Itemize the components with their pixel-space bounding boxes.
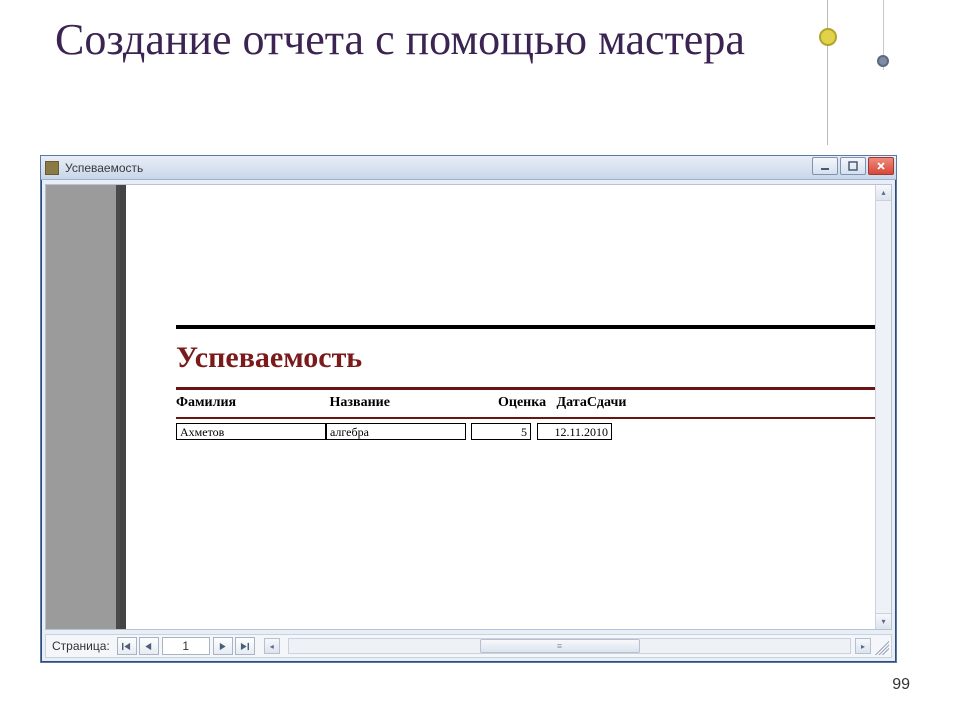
page-number-input[interactable]: 1 [162,637,210,655]
hscroll-left-icon[interactable]: ◂ [264,638,280,654]
cell-grade: 5 [471,423,531,440]
maximize-button[interactable] [840,157,866,175]
report-window: Успеваемость Успеваемость [40,155,897,663]
rule-under-title [176,387,875,390]
report-title: Успеваемость [176,341,362,375]
window-body: Успеваемость Фамилия Название Оценка Дат… [45,184,892,630]
window-title: Успеваемость [65,161,143,175]
minimize-button[interactable] [812,157,838,175]
hscroll-thumb[interactable]: ≡ [480,639,640,653]
scroll-down-icon[interactable]: ▾ [876,613,891,629]
slide-title: Создание отчета с помощью мастера [55,16,745,64]
cell-surname: Ахметов [176,423,326,440]
rule-top [176,325,875,329]
vertical-scrollbar[interactable]: ▴ ▾ [875,185,891,629]
status-bar: Страница: 1 ◂ ≡ ▸ [45,634,892,658]
horizontal-scrollbar[interactable]: ≡ [288,638,851,654]
close-button[interactable] [868,157,894,175]
col-header-grade: Оценка [498,395,553,411]
cell-date: 12.11.2010 [537,423,612,440]
table-row: Ахметов алгебра 5 12.11.2010 [176,423,612,440]
col-header-date: ДатаСдачи [557,395,657,411]
col-header-name: Название [330,395,495,411]
slide-decoration [827,0,917,145]
report-page: Успеваемость Фамилия Название Оценка Дат… [126,185,875,629]
window-titlebar[interactable]: Успеваемость [41,156,896,180]
page-nav-label: Страница: [46,639,116,653]
col-header-surname: Фамилия [176,395,326,411]
resize-grip-icon[interactable] [871,637,889,655]
rule-under-headers [176,417,875,419]
app-icon [45,161,59,175]
scroll-up-icon[interactable]: ▴ [876,185,891,201]
next-page-button[interactable] [213,637,233,655]
slide-page-number: 99 [892,676,910,694]
last-page-button[interactable] [235,637,255,655]
prev-page-button[interactable] [139,637,159,655]
cell-name: алгебра [326,423,466,440]
first-page-button[interactable] [117,637,137,655]
column-headers: Фамилия Название Оценка ДатаСдачи [176,395,657,411]
hscroll-right-icon[interactable]: ▸ [855,638,871,654]
document-viewport[interactable]: Успеваемость Фамилия Название Оценка Дат… [46,185,875,629]
